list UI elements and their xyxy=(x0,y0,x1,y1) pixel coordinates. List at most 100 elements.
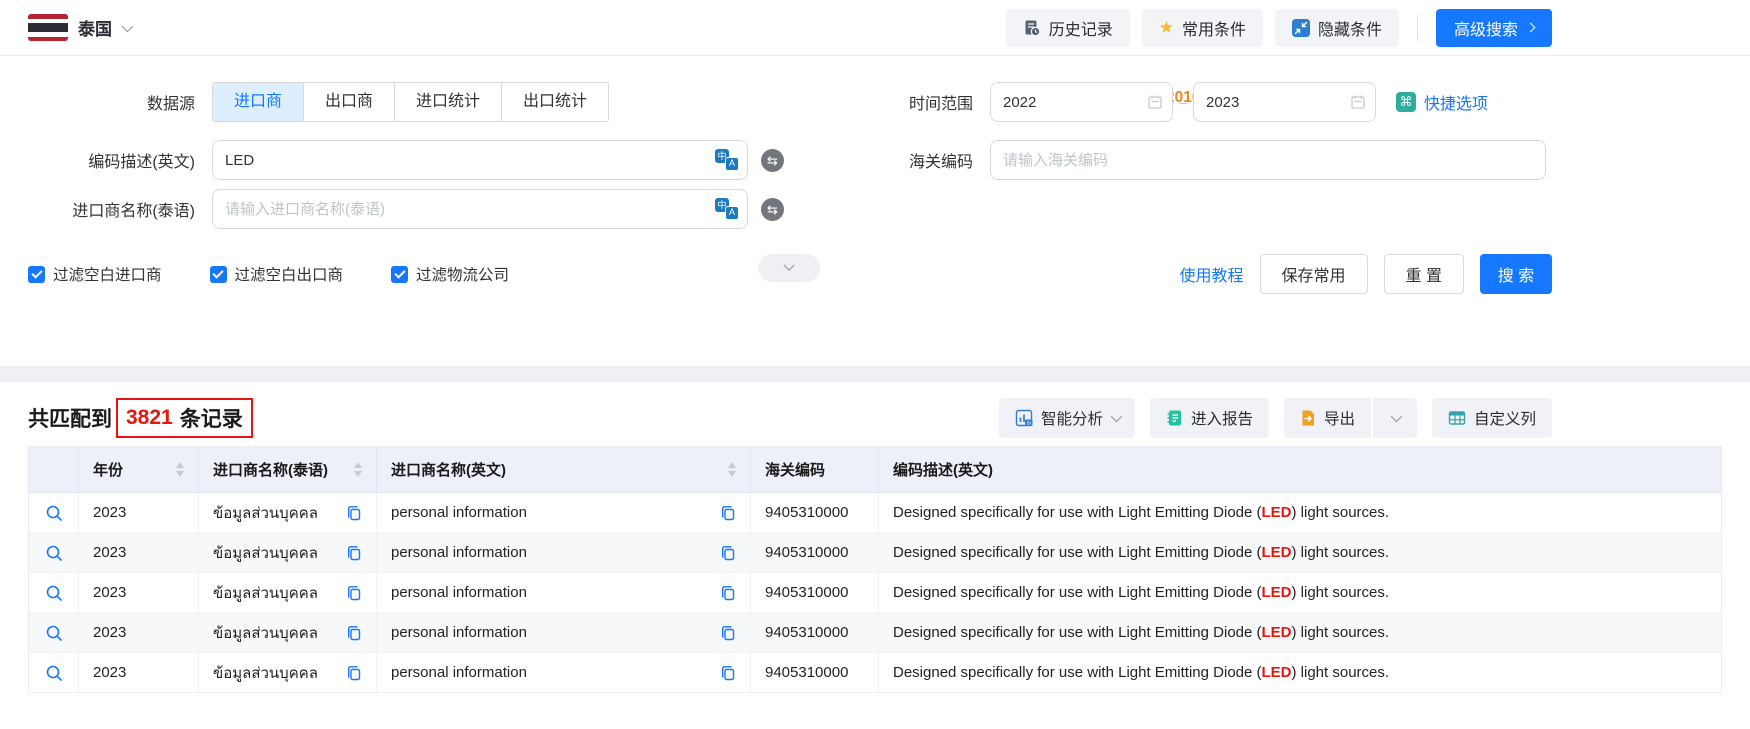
copy-icon[interactable] xyxy=(720,625,736,641)
advanced-search-button[interactable]: 高级搜索 xyxy=(1436,9,1552,47)
row-search-icon[interactable] xyxy=(43,584,64,602)
save-conditions-button[interactable]: 保存常用 xyxy=(1260,254,1368,294)
copy-icon[interactable] xyxy=(346,625,362,641)
cell-description: Designed specifically for use with Light… xyxy=(879,533,1722,573)
copy-icon[interactable] xyxy=(720,505,736,521)
export-label: 导出 xyxy=(1324,407,1355,429)
history-button[interactable]: 历史记录 xyxy=(1006,9,1130,47)
section-divider xyxy=(0,366,1750,382)
cell-name-thai: ข้อมูลส่วนบุคคล xyxy=(213,661,318,685)
thailand-flag-icon xyxy=(28,14,68,41)
time-range-separator: – xyxy=(1173,94,1193,110)
match-count: 3821 xyxy=(126,406,173,430)
row-search-icon[interactable] xyxy=(43,504,64,522)
table-row: 2023 ข้อมูลส่วนบุคคล personal informatio… xyxy=(29,493,1722,533)
row-search-icon[interactable] xyxy=(43,544,64,562)
cell-name-thai: ข้อมูลส่วนบุคคล xyxy=(213,581,318,605)
cell-name-english: personal information xyxy=(391,544,527,561)
copy-icon[interactable] xyxy=(346,665,362,681)
cell-hs-code: 9405310000 xyxy=(751,493,879,533)
checkbox-checked-icon xyxy=(28,266,45,283)
filter-blank-exporter-checkbox[interactable]: 过滤空白出口商 xyxy=(210,263,344,285)
tab-export-stats[interactable]: 出口统计 xyxy=(501,83,608,121)
sort-icon[interactable] xyxy=(176,462,184,477)
checkbox-checked-icon xyxy=(210,266,227,283)
export-button[interactable]: 导出 xyxy=(1284,398,1371,438)
cell-name-thai: ข้อมูลส่วนบุคคล xyxy=(213,621,318,645)
sort-icon[interactable] xyxy=(728,462,736,477)
analysis-icon: BI xyxy=(1015,409,1033,427)
code-desc-input[interactable] xyxy=(212,140,748,180)
export-icon xyxy=(1300,409,1316,427)
datasource-tabs: 进口商 出口商 进口统计 出口统计 xyxy=(212,82,609,122)
cell-description: Designed specifically for use with Light… xyxy=(879,573,1722,613)
copy-icon[interactable] xyxy=(720,585,736,601)
tab-importer[interactable]: 进口商 xyxy=(213,83,303,121)
table-row: 2023 ข้อมูลส่วนบุคคล personal informatio… xyxy=(29,653,1722,693)
cell-hs-code: 9405310000 xyxy=(751,573,879,613)
checkbox-checked-icon xyxy=(391,266,408,283)
copy-icon[interactable] xyxy=(720,545,736,561)
tab-import-stats[interactable]: 进口统计 xyxy=(394,83,501,121)
row-search-icon[interactable] xyxy=(43,624,64,642)
cell-name-english: personal information xyxy=(391,584,527,601)
tutorial-link[interactable]: 使用教程 xyxy=(1180,262,1244,286)
country-selector[interactable]: 泰国 xyxy=(28,14,130,41)
time-to-input[interactable] xyxy=(1193,82,1376,122)
quick-options-link[interactable]: ⌘ 快捷选项 xyxy=(1396,90,1488,114)
importer-name-input[interactable] xyxy=(212,189,748,229)
filter-blank-importer-checkbox[interactable]: 过滤空白进口商 xyxy=(28,263,162,285)
advanced-search-label: 高级搜索 xyxy=(1454,16,1518,40)
collapse-form-button[interactable] xyxy=(758,254,820,282)
search-form: 更新范围: 2016-01-01 至 2024-02-29 数据源 进口商 出口… xyxy=(0,82,1750,366)
translate-icon[interactable]: 中 A xyxy=(715,198,739,220)
hs-code-input[interactable] xyxy=(990,140,1546,180)
export-split-button: 导出 xyxy=(1284,398,1417,438)
table-header-row: 年份 进口商名称(泰语) 进口商名称(英文) 海关编码 xyxy=(29,447,1722,493)
hide-conditions-button[interactable]: 隐藏条件 xyxy=(1275,9,1399,47)
smart-analysis-button[interactable]: BI 智能分析 xyxy=(999,398,1135,438)
enter-report-button[interactable]: 进入报告 xyxy=(1150,398,1269,438)
customize-columns-button[interactable]: 自定义列 xyxy=(1432,398,1552,438)
cell-hs-code: 9405310000 xyxy=(751,533,879,573)
header-hs-code: 海关编码 xyxy=(751,447,879,493)
favorites-label: 常用条件 xyxy=(1182,16,1246,40)
code-desc-label: 编码描述(英文) xyxy=(28,148,195,172)
match-mode-icon[interactable]: ⇆ xyxy=(761,198,784,221)
divider xyxy=(1417,15,1418,41)
table-row: 2023 ข้อมูลส่วนบุคคล personal informatio… xyxy=(29,533,1722,573)
reset-button[interactable]: 重 置 xyxy=(1384,254,1464,294)
hide-conditions-label: 隐藏条件 xyxy=(1318,16,1382,40)
report-icon xyxy=(1166,409,1183,427)
favorites-button[interactable]: ★ 常用条件 xyxy=(1142,9,1263,47)
export-dropdown-button[interactable] xyxy=(1373,398,1417,438)
cell-year: 2023 xyxy=(79,653,199,693)
search-button[interactable]: 搜 索 xyxy=(1480,254,1552,294)
header-importer-english: 进口商名称(英文) xyxy=(377,447,751,493)
cell-description: Designed specifically for use with Light… xyxy=(879,613,1722,653)
row-search-icon[interactable] xyxy=(43,664,64,682)
quick-options-label: 快捷选项 xyxy=(1424,90,1488,114)
match-mode-icon[interactable]: ⇆ xyxy=(761,149,784,172)
sort-icon[interactable] xyxy=(354,462,362,477)
cell-description: Designed specifically for use with Light… xyxy=(879,653,1722,693)
importer-name-label: 进口商名称(泰语) xyxy=(28,197,195,221)
chevron-down-icon xyxy=(122,20,133,31)
hs-code-label: 海关编码 xyxy=(828,148,973,172)
time-range-label: 时间范围 xyxy=(828,90,973,114)
customize-columns-label: 自定义列 xyxy=(1474,407,1536,429)
chevron-down-icon xyxy=(1391,411,1402,422)
match-suffix: 条记录 xyxy=(180,403,243,433)
time-from-input[interactable] xyxy=(990,82,1173,122)
copy-icon[interactable] xyxy=(720,665,736,681)
translate-icon[interactable]: 中 A xyxy=(715,149,739,171)
table-row: 2023 ข้อมูลส่วนบุคคล personal informatio… xyxy=(29,613,1722,653)
tab-exporter[interactable]: 出口商 xyxy=(303,83,394,121)
filter-logistics-checkbox[interactable]: 过滤物流公司 xyxy=(391,263,509,285)
copy-icon[interactable] xyxy=(346,505,362,521)
cell-hs-code: 9405310000 xyxy=(751,653,879,693)
top-bar: 泰国 历史记录 ★ 常用条件 隐藏条件 xyxy=(0,0,1750,56)
copy-icon[interactable] xyxy=(346,585,362,601)
cell-year: 2023 xyxy=(79,533,199,573)
copy-icon[interactable] xyxy=(346,545,362,561)
